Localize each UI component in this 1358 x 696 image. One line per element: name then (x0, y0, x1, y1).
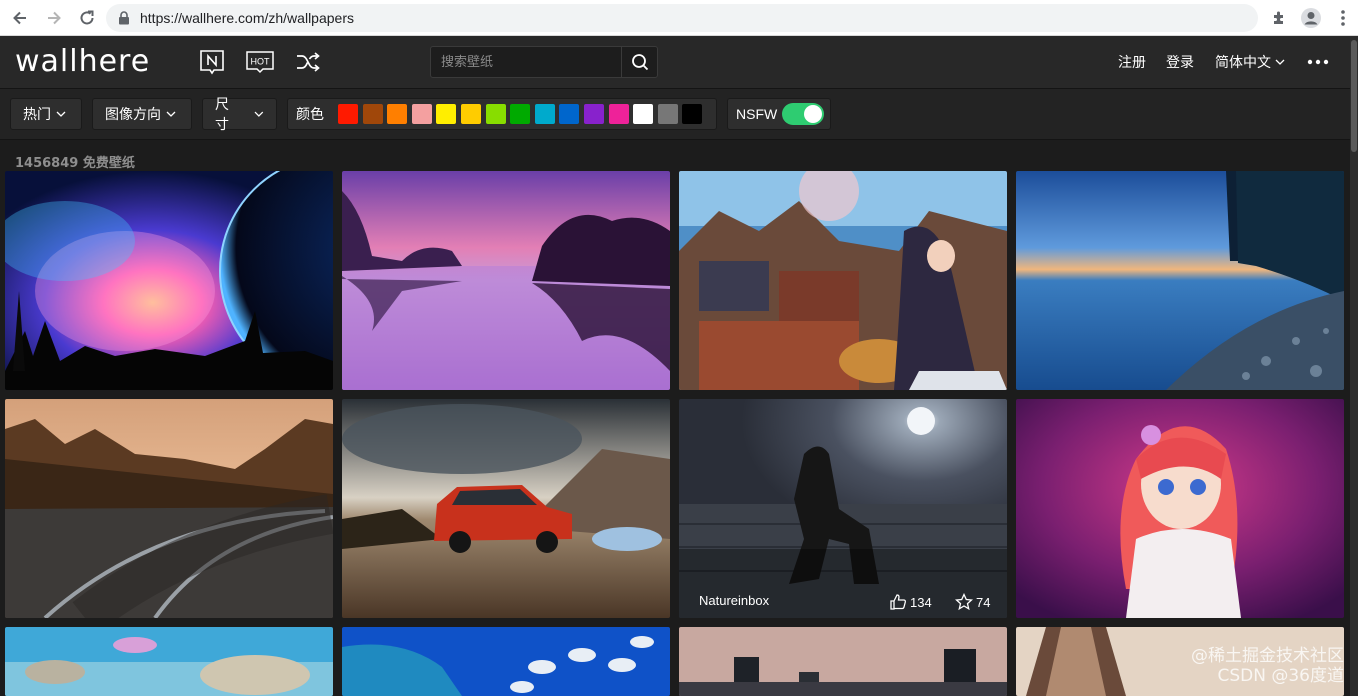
chevron-down-icon (56, 111, 66, 117)
space-nebula-wallpaper[interactable] (5, 171, 333, 390)
color-swatch-10[interactable] (559, 104, 580, 124)
purple-lake-sunset-wallpaper[interactable] (342, 171, 670, 390)
chevron-down-icon (166, 111, 176, 117)
watermark-line-2: CSDN @36度道 (1217, 666, 1344, 686)
page-scrollbar[interactable] (1350, 36, 1358, 696)
color-swatch-11[interactable] (583, 104, 604, 124)
orientation-label: 图像方向 (105, 107, 161, 123)
login-link[interactable]: 登录 (1166, 52, 1194, 72)
profile-icon[interactable] (1299, 6, 1323, 30)
site-logo[interactable]: wallhere (15, 44, 150, 79)
size-label: 尺寸 (215, 97, 229, 133)
wallpaper-author[interactable]: Natureinbox (699, 593, 769, 608)
search-button[interactable] (621, 47, 657, 77)
site-header: wallhere HOT 注册 登录 简体中文 (0, 36, 1350, 88)
svg-text:HOT: HOT (251, 57, 271, 67)
search-input[interactable] (431, 47, 623, 77)
color-swatches (338, 104, 707, 124)
anime-girl-pink-wallpaper[interactable] (1016, 399, 1344, 618)
like-count-value: 134 (910, 594, 932, 610)
orientation-dropdown[interactable]: 图像方向 (92, 98, 192, 130)
size-dropdown[interactable]: 尺寸 (202, 97, 277, 133)
search-box (430, 46, 658, 78)
anime-town-wallpaper[interactable] (679, 171, 1007, 390)
url-text: https://wallhere.com/zh/wallpapers (140, 10, 354, 26)
popular-label: 热门 (23, 107, 51, 123)
shuffle-icon[interactable] (295, 50, 321, 74)
nsfw-label: NSFW (736, 106, 778, 122)
lock-icon (119, 11, 129, 25)
register-link[interactable]: 注册 (1118, 52, 1146, 72)
more-icon[interactable] (1307, 50, 1329, 74)
star-icon (955, 593, 973, 611)
filter-bar: 热门 图像方向 尺寸 颜色 NSFW (0, 88, 1350, 140)
color-swatch-4[interactable] (411, 104, 432, 124)
blue-lake-shore-wallpaper[interactable] (1016, 171, 1344, 390)
browser-toolbar: https://wallhere.com/zh/wallpapers (0, 0, 1358, 36)
favorite-count[interactable]: 74 (955, 593, 990, 611)
forward-arrow-icon[interactable] (42, 6, 66, 30)
back-arrow-icon[interactable] (8, 6, 32, 30)
color-label: 颜色 (296, 107, 324, 123)
wallpaper-count: 1456849 免费壁纸 (15, 156, 135, 171)
red-car-landscape-wallpaper[interactable] (342, 399, 670, 618)
color-swatch-7[interactable] (485, 104, 506, 124)
color-swatch-13[interactable] (633, 104, 654, 124)
color-filter: 颜色 (287, 98, 717, 130)
nsfw-toggle[interactable] (782, 103, 824, 125)
new-icon[interactable] (199, 50, 225, 75)
favorite-count-value: 74 (976, 594, 991, 610)
color-swatch-5[interactable] (436, 104, 457, 124)
like-count[interactable]: 134 (889, 593, 932, 611)
underwater-fish-wallpaper[interactable] (5, 627, 333, 696)
language-selector[interactable]: 简体中文 (1215, 52, 1285, 72)
reload-icon[interactable] (75, 6, 99, 30)
nsfw-filter: NSFW (727, 98, 831, 130)
color-swatch-2[interactable] (362, 104, 383, 124)
watermark: @稀土掘金技术社区 CSDN @36度道 (1191, 646, 1344, 686)
color-swatch-6[interactable] (460, 104, 481, 124)
color-swatch-1[interactable] (338, 104, 358, 124)
catwoman-night-wallpaper[interactable]: Natureinbox 134 74 (679, 399, 1007, 618)
color-swatch-15[interactable] (682, 104, 703, 124)
hot-icon[interactable]: HOT (246, 50, 274, 74)
color-swatch-14[interactable] (657, 104, 678, 124)
coral-reef-fish-wallpaper[interactable] (342, 627, 670, 696)
watermark-line-1: @稀土掘金技术社区 (1191, 646, 1344, 666)
scrollbar-thumb[interactable] (1351, 40, 1357, 152)
menu-dots-icon[interactable] (1331, 6, 1355, 30)
color-swatch-3[interactable] (387, 104, 408, 124)
popular-dropdown[interactable]: 热门 (10, 98, 82, 130)
thumbs-up-icon (890, 594, 906, 610)
railway-forest-wallpaper[interactable] (5, 399, 333, 618)
search-icon (631, 54, 648, 71)
chevron-down-icon (1275, 59, 1285, 65)
chevron-down-icon (254, 111, 264, 117)
toggle-knob (804, 105, 822, 123)
language-label: 简体中文 (1215, 55, 1271, 71)
address-bar[interactable]: https://wallhere.com/zh/wallpapers (106, 4, 1258, 32)
color-swatch-8[interactable] (510, 104, 531, 124)
city-skyline-wallpaper[interactable] (679, 627, 1007, 696)
color-swatch-9[interactable] (534, 104, 555, 124)
color-swatch-12[interactable] (608, 104, 629, 124)
extensions-icon[interactable] (1268, 6, 1292, 30)
